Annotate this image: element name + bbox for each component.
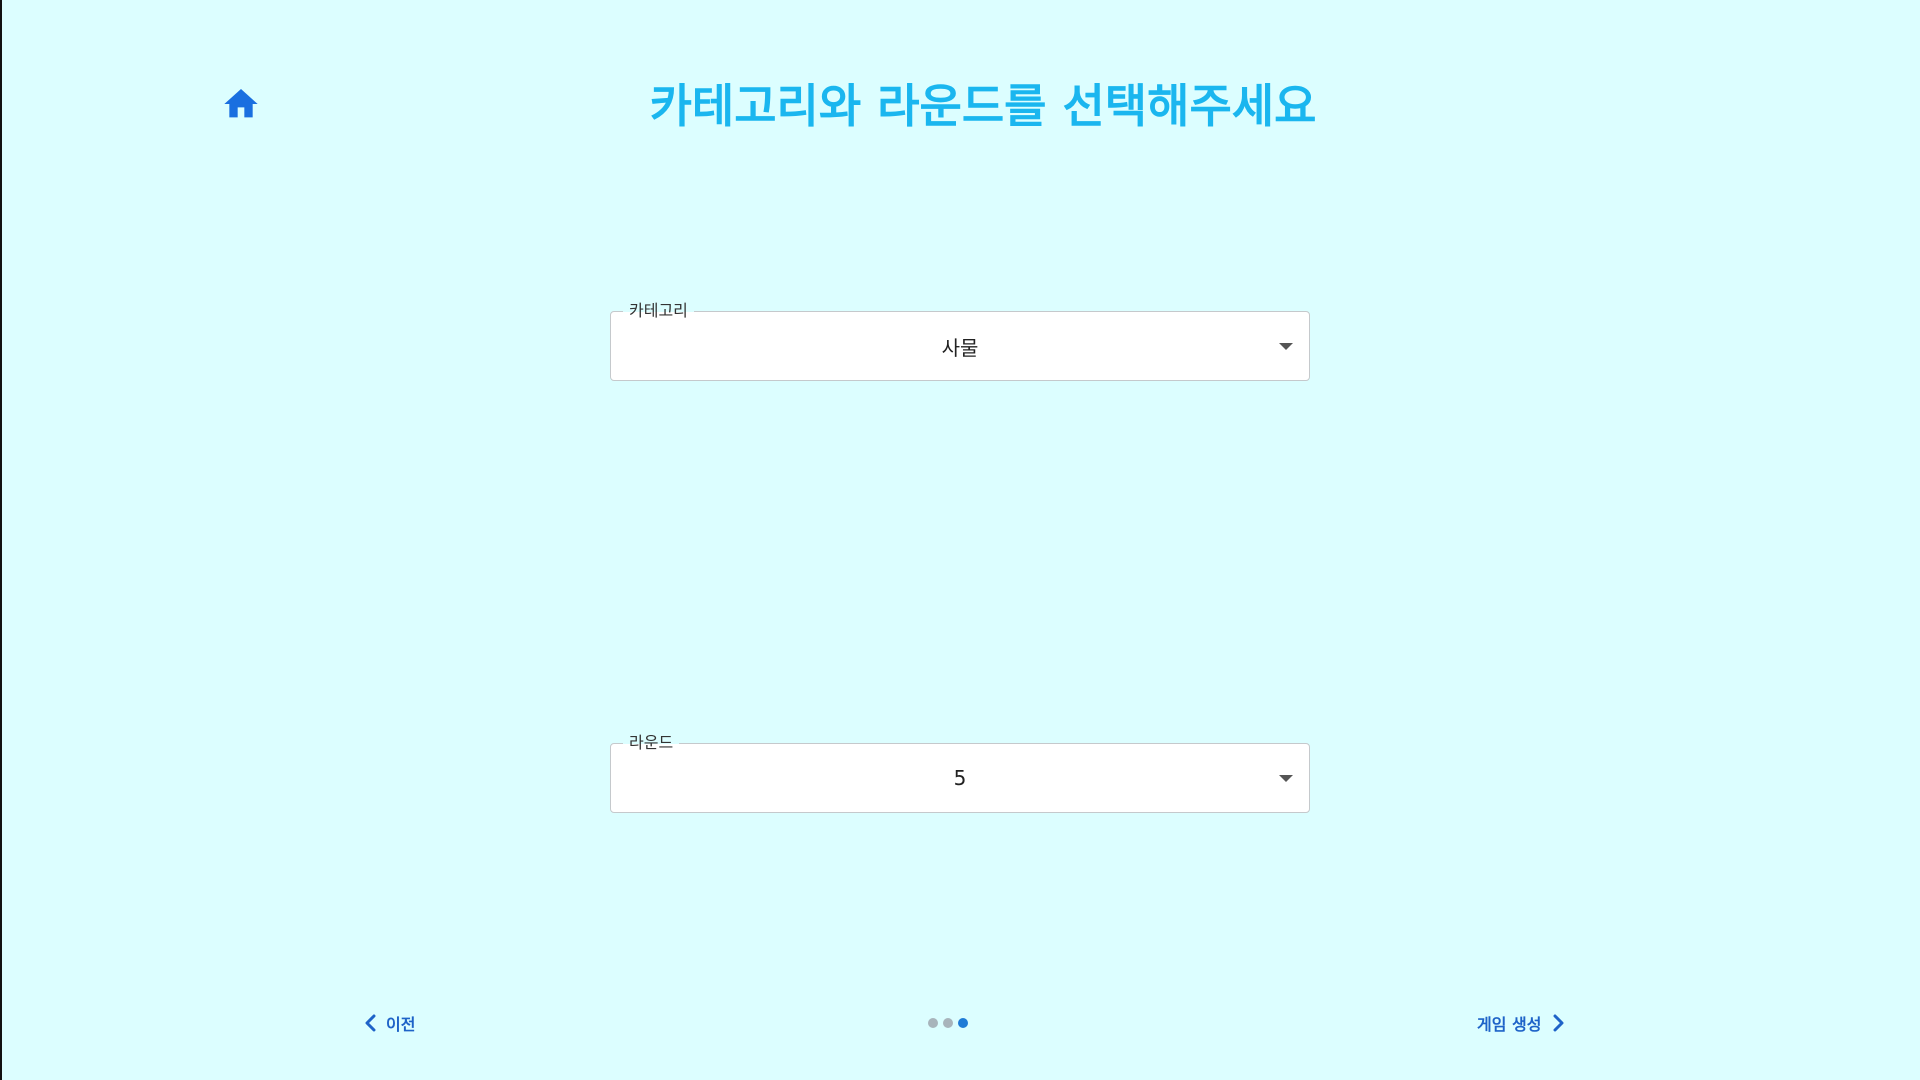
prev-label: 이전 [386,1015,416,1034]
create-game-button[interactable]: 게임 생성 [1477,1011,1567,1035]
dropdown-arrow-icon[interactable] [1279,775,1293,782]
pagination-dot-active [958,1018,968,1028]
chevron-left-icon [365,1014,376,1032]
create-game-label: 게임 생성 [1477,1015,1542,1034]
pagination-dots [928,1018,968,1028]
prev-button[interactable]: 이전 [362,1011,415,1035]
category-value: 사물 [941,335,979,360]
round-value: 5 [953,766,967,790]
category-select[interactable]: 카테고리 사물 [610,301,1310,381]
dropdown-arrow-icon[interactable] [1279,343,1293,350]
round-select[interactable]: 라운드 5 [610,733,1310,813]
window-left-edge [0,0,2,1080]
page-title: 카테고리와 라운드를 선택해주세요 [649,79,1317,133]
pagination-dot [943,1018,953,1028]
pagination-dot [928,1018,938,1028]
chevron-right-icon [1553,1014,1564,1032]
